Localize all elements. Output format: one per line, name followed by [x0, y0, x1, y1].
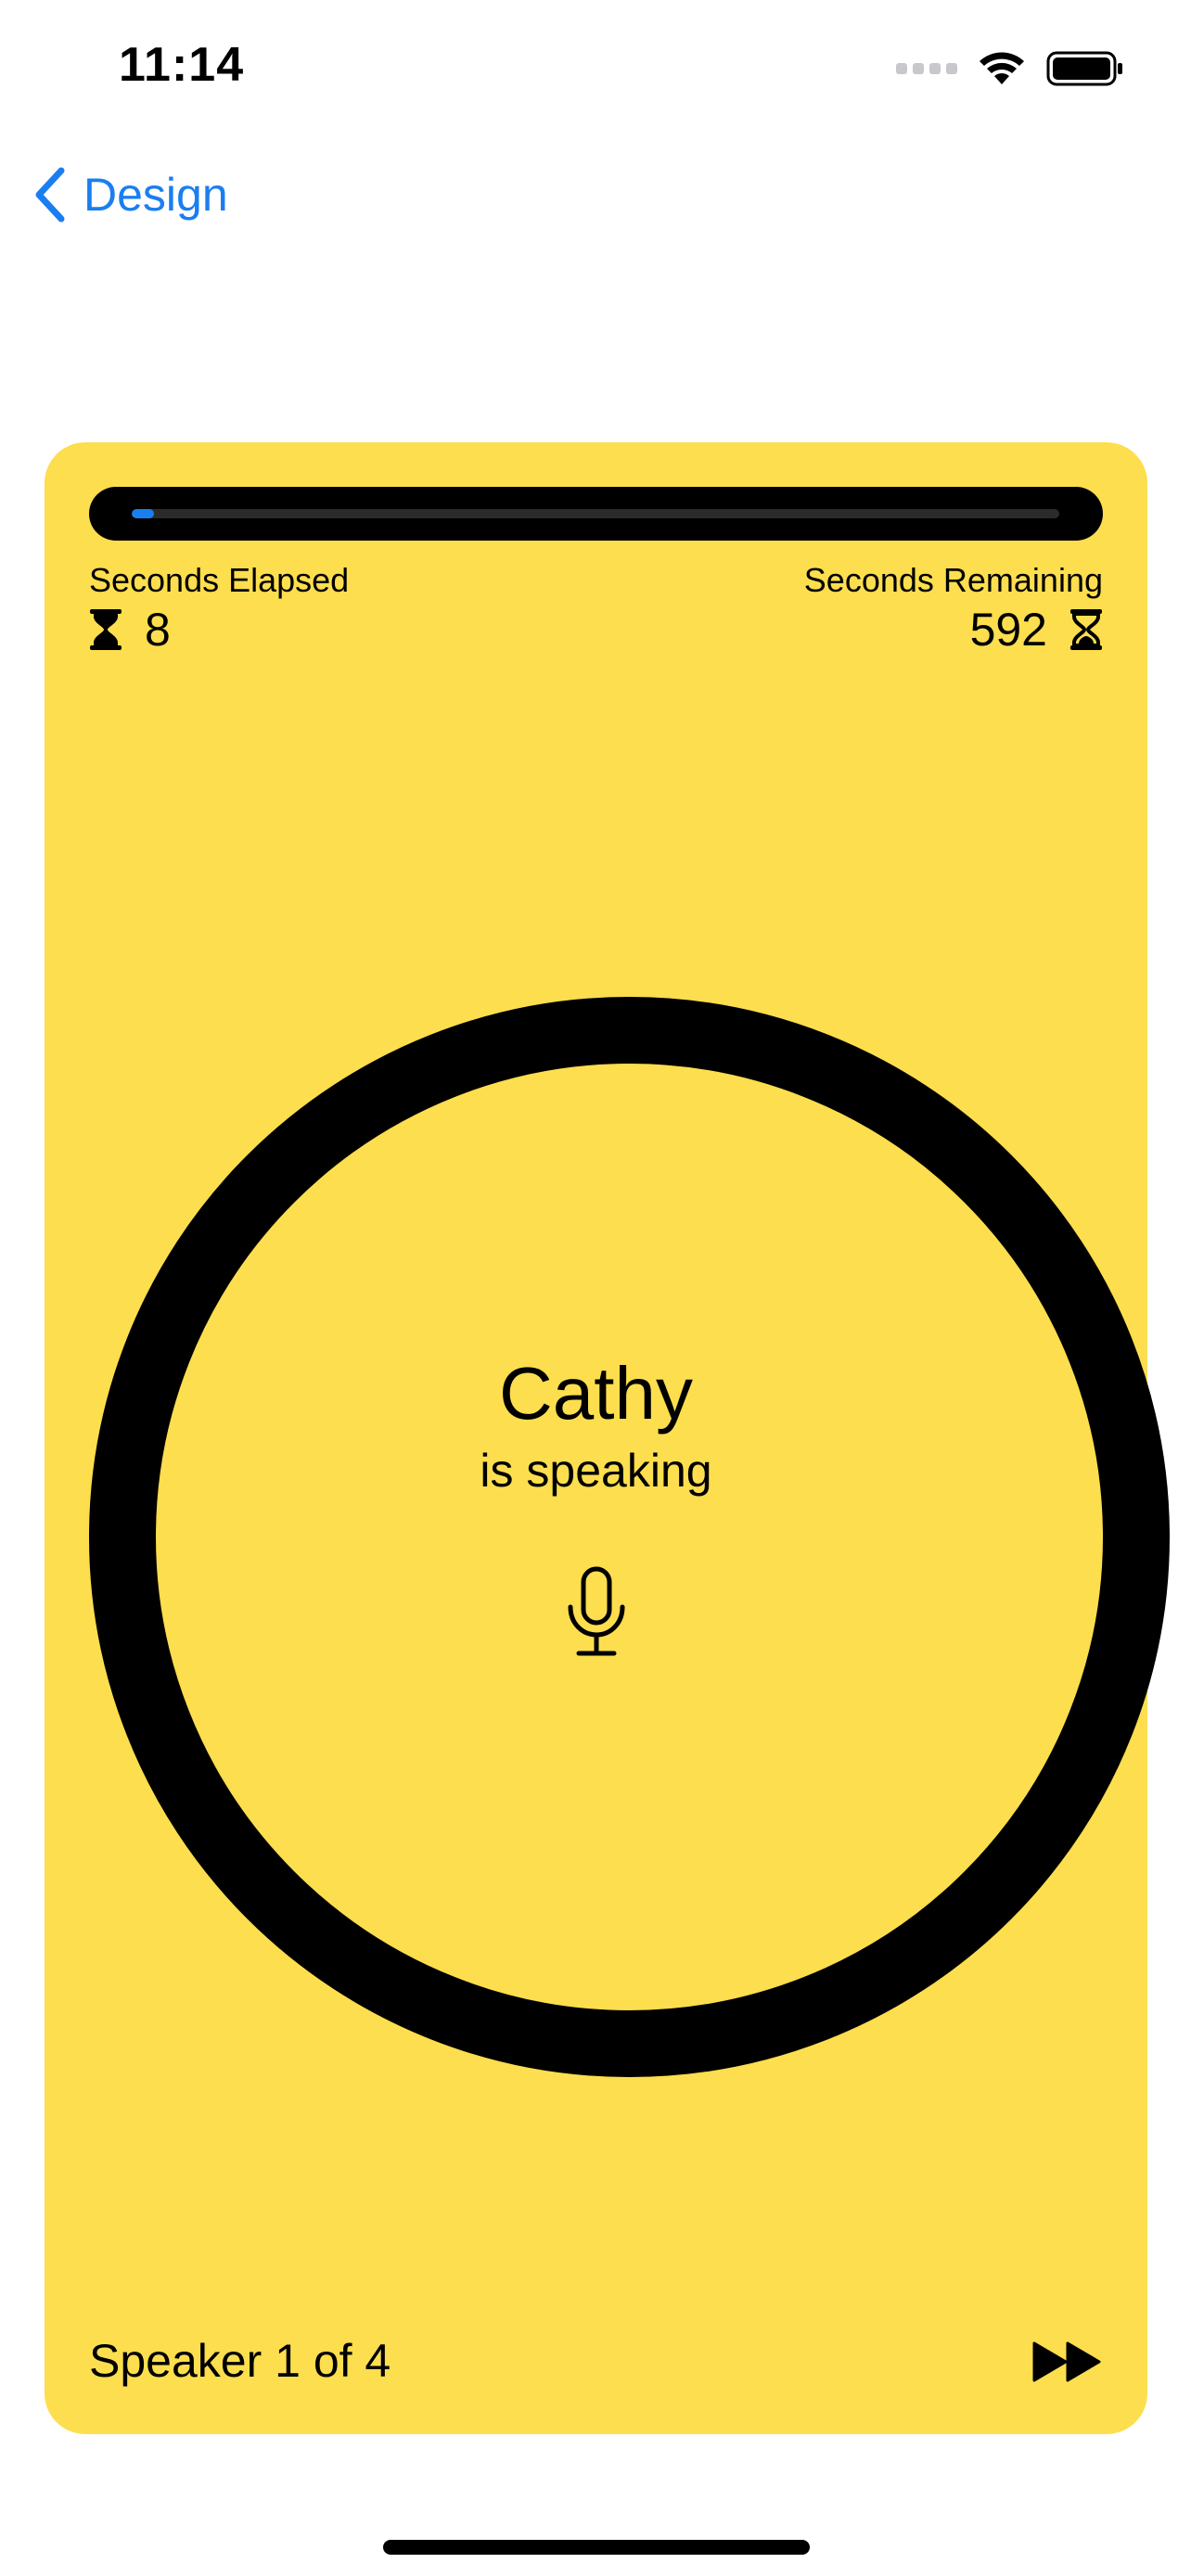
meeting-timer-screen: 11:14 Design Seconds Elapsed Seconds Rem… — [0, 0, 1191, 2576]
hourglass-icon — [90, 609, 122, 650]
forward-icon — [1032, 2341, 1101, 2382]
hourglass-icon — [1070, 609, 1102, 650]
battery-icon — [1046, 51, 1122, 86]
back-button[interactable]: Design — [33, 158, 228, 232]
seconds-elapsed-label: Seconds Elapsed — [89, 561, 350, 599]
wifi-icon — [980, 52, 1024, 84]
status-time: 11:14 — [119, 38, 245, 92]
current-speaker-name: Cathy — [499, 1352, 693, 1435]
speaker-timer-ring — [89, 997, 1170, 2077]
cellular-signal-icon — [896, 63, 957, 74]
home-indicator[interactable] — [383, 2540, 810, 2555]
chevron-left-icon — [35, 167, 65, 223]
status-indicators — [896, 46, 1124, 91]
progress-fill — [132, 509, 154, 518]
timer-card: Seconds Elapsed Seconds Remaining 8 592 … — [45, 442, 1170, 2434]
skip-speaker-button[interactable] — [1032, 2334, 1103, 2390]
speaker-status: is speaking — [480, 1445, 712, 1497]
seconds-remaining: 592 — [970, 602, 1103, 657]
progress-track — [132, 509, 1059, 518]
speaker-count-label: Speaker 1 of 4 — [89, 2335, 391, 2387]
mic-icon — [568, 1566, 625, 1656]
back-button-label: Design — [83, 169, 228, 221]
seconds-elapsed-value: 8 — [145, 604, 171, 656]
meeting-progress-bar — [89, 487, 1103, 541]
seconds-remaining-label: Seconds Remaining — [803, 561, 1103, 599]
seconds-remaining-value: 592 — [969, 604, 1047, 656]
seconds-elapsed: 8 — [89, 602, 171, 657]
